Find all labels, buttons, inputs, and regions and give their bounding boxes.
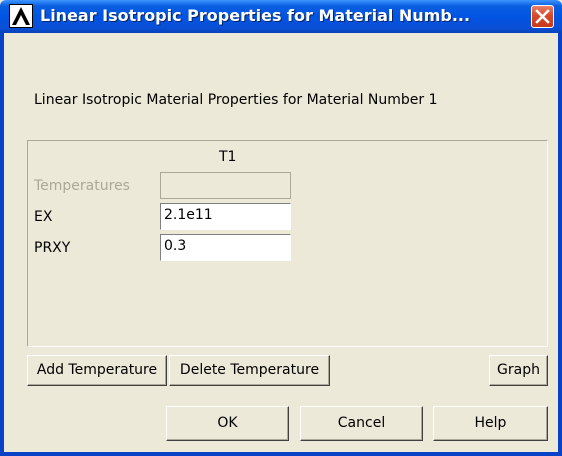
window-frame-bottom [0, 452, 562, 456]
window-frame-right [558, 33, 562, 456]
help-button[interactable]: Help [433, 406, 548, 441]
material-properties-dialog: Linear Isotropic Properties for Material… [0, 0, 562, 456]
material-header-label: Linear Isotropic Material Properties for… [34, 92, 438, 108]
column-header-t1: T1 [219, 149, 237, 165]
ex-input[interactable]: 2.1e11 [160, 203, 291, 230]
add-temperature-button[interactable]: Add Temperature [27, 355, 167, 386]
ansys-logo-icon[interactable] [9, 4, 33, 28]
row-label-prxy: PRXY [34, 240, 71, 256]
ok-button[interactable]: OK [166, 406, 289, 441]
graph-button[interactable]: Graph [489, 355, 548, 386]
row-label-ex: EX [34, 209, 53, 225]
temperatures-input [160, 172, 291, 199]
row-label-temperatures: Temperatures [34, 178, 130, 194]
prxy-input[interactable]: 0.3 [160, 234, 291, 261]
window-title: Linear Isotropic Properties for Material… [40, 6, 471, 25]
cancel-button[interactable]: Cancel [300, 406, 423, 441]
window-frame-left [0, 33, 4, 456]
title-bar[interactable]: Linear Isotropic Properties for Material… [0, 0, 562, 33]
delete-temperature-button[interactable]: Delete Temperature [169, 355, 330, 386]
close-icon [535, 9, 550, 24]
close-button[interactable] [531, 5, 554, 28]
